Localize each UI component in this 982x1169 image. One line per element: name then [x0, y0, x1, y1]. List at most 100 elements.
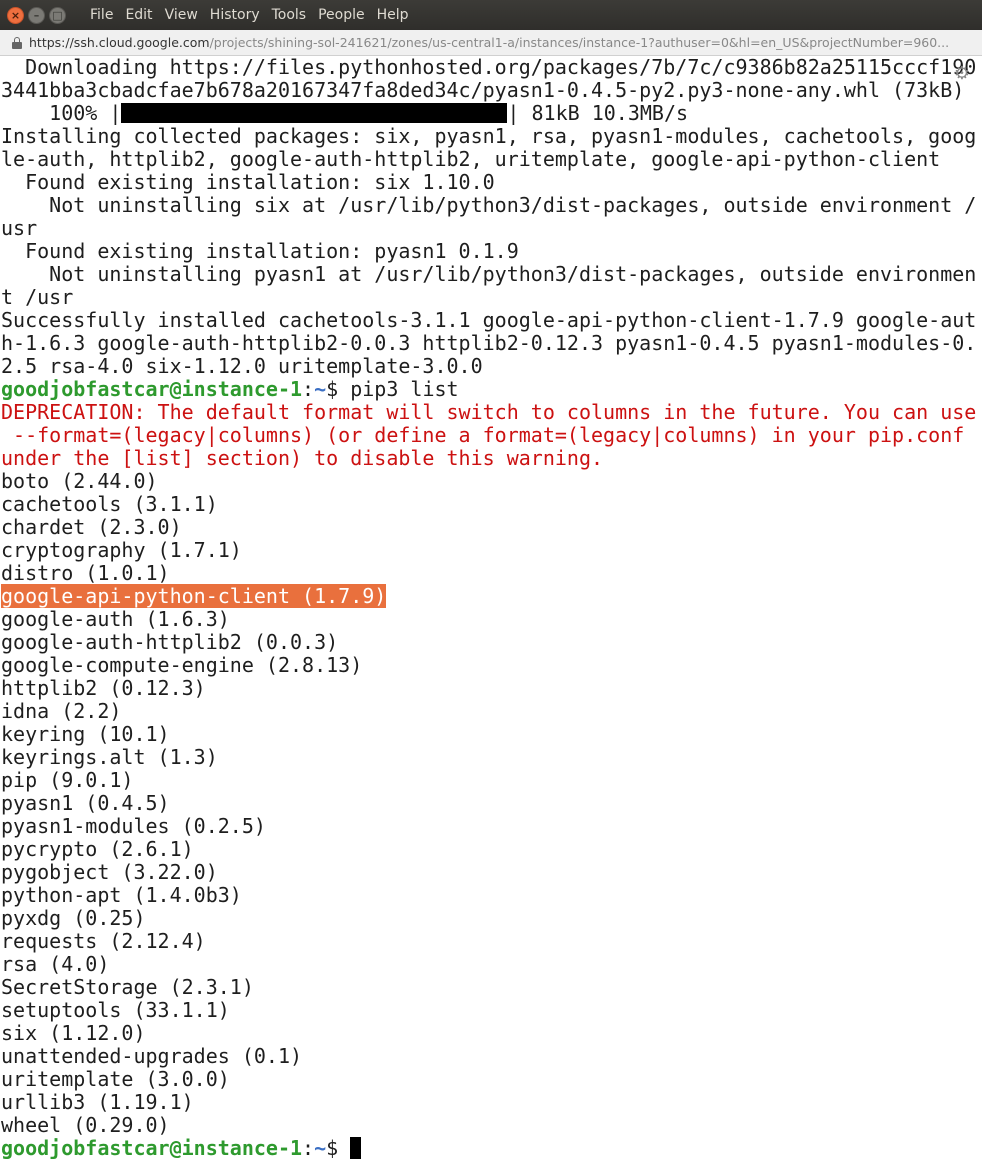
lock-icon: [12, 36, 22, 49]
terminal-text: le-auth, httplib2, google-auth-httplib2,…: [1, 147, 941, 171]
terminal-text: distro (1.0.1): [1, 561, 170, 585]
gear-icon[interactable]: ⚙: [940, 63, 970, 84]
terminal-line: uritemplate (3.0.0): [1, 1068, 982, 1091]
terminal-line: le-auth, httplib2, google-auth-httplib2,…: [1, 148, 982, 171]
maximize-window-icon[interactable]: □: [49, 6, 66, 24]
window-titlebar: × – □ File Edit View History Tools Peopl…: [0, 0, 982, 30]
menu-people[interactable]: People: [312, 7, 371, 23]
terminal-line: keyrings.alt (1.3): [1, 746, 982, 769]
download-progress-bar: [121, 103, 508, 123]
terminal-text: google-compute-engine (2.8.13): [1, 653, 363, 677]
progress-prefix: 100% |: [1, 101, 122, 125]
terminal-line: DEPRECATION: The default format will swi…: [1, 401, 982, 424]
terminal-text: python-apt (1.4.0b3): [1, 883, 242, 907]
terminal-text: uritemplate (3.0.0): [1, 1067, 230, 1091]
terminal-line: setuptools (33.1.1): [1, 999, 982, 1022]
terminal-line: unattended-upgrades (0.1): [1, 1045, 982, 1068]
terminal-line: Not uninstalling pyasn1 at /usr/lib/pyth…: [1, 263, 982, 286]
terminal-line: pyasn1-modules (0.2.5): [1, 815, 982, 838]
terminal-text: Successfully installed cachetools-3.1.1 …: [1, 308, 977, 332]
terminal-line: idna (2.2): [1, 700, 982, 723]
terminal-text: Installing collected packages: six, pyas…: [1, 124, 977, 148]
terminal-text: Found existing installation: six 1.10.0: [1, 170, 495, 194]
prompt-command: $: [326, 1136, 351, 1160]
deprecation-warning: under the [list] section) to disable thi…: [1, 446, 604, 470]
terminal-line: pycrypto (2.6.1): [1, 838, 982, 861]
terminal-line: urllib3 (1.19.1): [1, 1091, 982, 1114]
terminal-line: usr: [1, 217, 982, 240]
menu-edit[interactable]: Edit: [119, 7, 158, 23]
terminal-text: usr: [1, 216, 38, 240]
terminal-line: goodjobfastcar@instance-1:~$: [1, 1137, 982, 1160]
terminal-text: google-auth-httplib2 (0.0.3): [1, 630, 339, 654]
terminal-line: Not uninstalling six at /usr/lib/python3…: [1, 194, 982, 217]
terminal-text: boto (2.44.0): [1, 469, 158, 493]
terminal-line: google-api-python-client (1.7.9): [1, 584, 982, 608]
highlighted-package: google-api-python-client (1.7.9): [1, 584, 387, 608]
terminal-line: Successfully installed cachetools-3.1.1 …: [1, 309, 982, 332]
terminal-line: pyasn1 (0.4.5): [1, 792, 982, 815]
terminal-line: Downloading https://files.pythonhosted.o…: [1, 56, 982, 79]
terminal-text: 2.5 rsa-4.0 six-1.12.0 uritemplate-3.0.0: [1, 354, 483, 378]
terminal-line: google-auth (1.6.3): [1, 608, 982, 631]
prompt-path: ~: [314, 377, 327, 401]
close-window-icon[interactable]: ×: [7, 6, 24, 24]
menu-file[interactable]: File: [84, 7, 119, 23]
terminal-line: httplib2 (0.12.3): [1, 677, 982, 700]
terminal-text: keyring (10.1): [1, 722, 170, 746]
terminal-text: Found existing installation: pyasn1 0.1.…: [1, 239, 519, 263]
prompt-path: ~: [314, 1136, 327, 1160]
terminal-text: pygobject (3.22.0): [1, 860, 218, 884]
terminal-text: SecretStorage (2.3.1): [1, 975, 254, 999]
terminal-line: wheel (0.29.0): [1, 1114, 982, 1137]
terminal-line: h-1.6.3 google-auth-httplib2-0.0.3 httpl…: [1, 332, 982, 355]
terminal-line: goodjobfastcar@instance-1:~$ pip3 list: [1, 378, 982, 401]
terminal-text: pyasn1 (0.4.5): [1, 791, 170, 815]
terminal-line: rsa (4.0): [1, 953, 982, 976]
terminal-text: rsa (4.0): [1, 952, 110, 976]
terminal-line: t /usr: [1, 286, 982, 309]
menu-help[interactable]: Help: [371, 7, 415, 23]
menu-tools[interactable]: Tools: [266, 7, 313, 23]
terminal-text: unattended-upgrades (0.1): [1, 1044, 303, 1068]
menu-bar: File Edit View History Tools People Help: [84, 7, 415, 23]
terminal-line: Found existing installation: six 1.10.0: [1, 171, 982, 194]
terminal-text: pip (9.0.1): [1, 768, 134, 792]
menu-view[interactable]: View: [159, 7, 204, 23]
terminal-line: Installing collected packages: six, pyas…: [1, 125, 982, 148]
terminal-text: urllib3 (1.19.1): [1, 1090, 194, 1114]
menu-history[interactable]: History: [204, 7, 266, 23]
terminal-line: distro (1.0.1): [1, 562, 982, 585]
minimize-window-icon[interactable]: –: [28, 6, 45, 24]
terminal-text: six (1.12.0): [1, 1021, 146, 1045]
terminal-text: idna (2.2): [1, 699, 122, 723]
terminal-line: chardet (2.3.0): [1, 516, 982, 539]
terminal-line: google-compute-engine (2.8.13): [1, 654, 982, 677]
terminal-text: 3441bba3cbadcfae7b678a20167347fa8ded34c/…: [1, 78, 965, 102]
terminal-line: cryptography (1.7.1): [1, 539, 982, 562]
terminal-output[interactable]: Downloading https://files.pythonhosted.o…: [0, 56, 982, 1169]
prompt-user-host: goodjobfastcar@instance-1: [1, 1136, 303, 1160]
prompt-separator: :: [302, 1136, 315, 1160]
terminal-text: requests (2.12.4): [1, 929, 206, 953]
terminal-line: 3441bba3cbadcfae7b678a20167347fa8ded34c/…: [1, 79, 982, 102]
terminal-line: python-apt (1.4.0b3): [1, 884, 982, 907]
terminal-line: keyring (10.1): [1, 723, 982, 746]
prompt-command: $ pip3 list: [326, 377, 459, 401]
terminal-text: httplib2 (0.12.3): [1, 676, 206, 700]
terminal-text: chardet (2.3.0): [1, 515, 182, 539]
terminal-line: 100% | | 81kB 10.3MB/s: [1, 102, 982, 125]
address-bar[interactable]: https://ssh.cloud.google.com/projects/sh…: [0, 30, 982, 56]
terminal-line: six (1.12.0): [1, 1022, 982, 1045]
deprecation-warning: DEPRECATION: The default format will swi…: [1, 400, 977, 424]
terminal-line: pyxdg (0.25): [1, 907, 982, 930]
terminal-line: 2.5 rsa-4.0 six-1.12.0 uritemplate-3.0.0: [1, 355, 982, 378]
terminal-line: requests (2.12.4): [1, 930, 982, 953]
terminal-text: Not uninstalling pyasn1 at /usr/lib/pyth…: [1, 262, 977, 286]
terminal-text: h-1.6.3 google-auth-httplib2-0.0.3 httpl…: [1, 331, 977, 355]
terminal-line: boto (2.44.0): [1, 470, 982, 493]
terminal-text: t /usr: [1, 285, 74, 309]
terminal-line: cachetools (3.1.1): [1, 493, 982, 516]
window-controls: × – □: [7, 6, 66, 24]
terminal-text: pycrypto (2.6.1): [1, 837, 194, 861]
